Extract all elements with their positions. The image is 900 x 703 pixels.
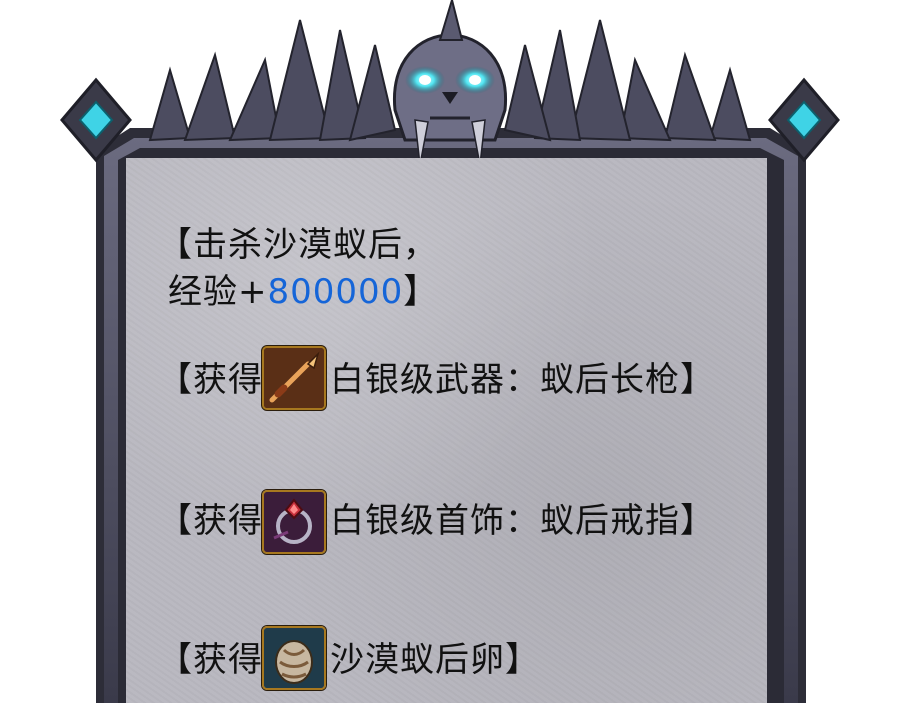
spear-icon[interactable] xyxy=(262,346,326,410)
ring-icon[interactable] xyxy=(262,490,326,554)
item-name-egg: 沙漠蚁后卵 xyxy=(330,640,505,680)
reward-item-name: 白银级武器：蚁后长枪】 xyxy=(330,358,715,402)
open-bracket: 【 xyxy=(158,225,193,265)
close-bracket: 】 xyxy=(403,272,439,312)
exp-label: 经验+ xyxy=(168,272,268,312)
item-name-weapon: 白银级武器：蚁后长枪 xyxy=(330,360,680,400)
close-bracket: 】 xyxy=(680,501,715,541)
reward-item-name: 沙漠蚁后卵】 xyxy=(330,638,540,682)
open-bracket: 【 xyxy=(158,360,193,400)
open-bracket: 【 xyxy=(158,501,193,541)
reward-line-egg: 【获得 xyxy=(158,638,263,682)
reward-prefix: 获得 xyxy=(193,501,263,541)
reward-line-ring: 【获得 xyxy=(158,499,263,543)
reward-prefix: 获得 xyxy=(193,360,263,400)
kill-text: 击杀沙漠蚁后， xyxy=(193,225,438,265)
reward-prefix: 获得 xyxy=(193,640,263,680)
item-name-ring: 白银级首饰：蚁后戒指 xyxy=(330,501,680,541)
egg-icon[interactable] xyxy=(262,626,326,690)
reward-item-name: 白银级首饰：蚁后戒指】 xyxy=(330,499,715,543)
open-bracket: 【 xyxy=(158,640,193,680)
kill-reward-line-2: 经验+800000】 xyxy=(168,270,438,314)
reward-line-weapon: 【获得 xyxy=(158,358,263,402)
kill-reward-line-1: 【击杀沙漠蚁后， xyxy=(158,223,438,267)
close-bracket: 】 xyxy=(680,360,715,400)
close-bracket: 】 xyxy=(505,640,540,680)
exp-value: 800000 xyxy=(267,272,404,312)
